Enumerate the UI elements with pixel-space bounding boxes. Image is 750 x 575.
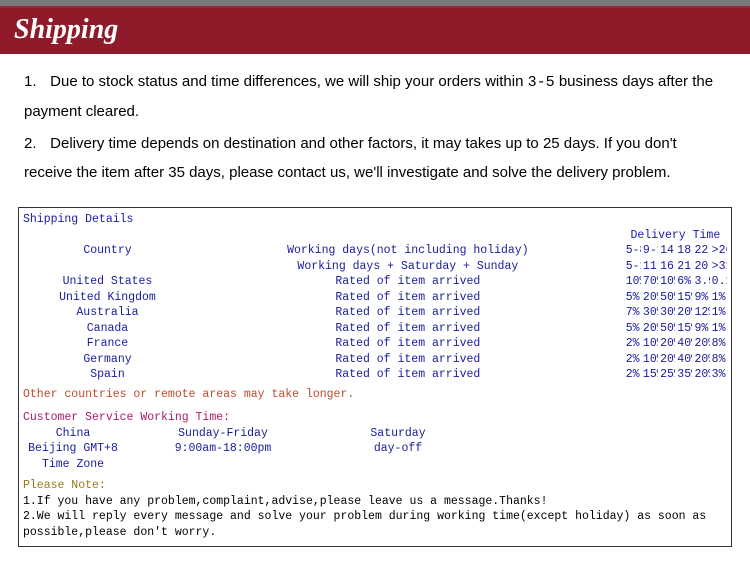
table-row: CanadaRated of item arrived5%20%50%15%9%… (23, 321, 727, 337)
rate-cell: 20% (641, 321, 658, 337)
rate-cell: 10% (641, 336, 658, 352)
rate-cell: 1% (710, 321, 727, 337)
cs-hours: 9:00am-18:00pm (123, 441, 323, 457)
rate-cell: 6% (675, 274, 692, 290)
rate-label-cell: Rated of item arrived (192, 274, 624, 290)
rate-label-cell: Rated of item arrived (192, 305, 624, 321)
intro-2: Delivery time depends on destination and… (24, 135, 677, 181)
rate-cell: 10% (641, 352, 658, 368)
rate-cell: 30% (658, 305, 675, 321)
details-title: Shipping Details (23, 212, 727, 228)
rate-cell: 2% (624, 367, 641, 383)
rate-cell: 15% (675, 290, 692, 306)
rate-cell: 20% (692, 367, 709, 383)
cs-row-3: Time Zone (23, 457, 727, 473)
rate-cell: 9% (692, 290, 709, 306)
shipping-details-box: Shipping Details Delivery Time Country W… (18, 207, 732, 547)
table-row: United StatesRated of item arrived10%70%… (23, 274, 727, 290)
cs-day-b: Saturday (323, 426, 473, 442)
rate-cell: 10% (624, 274, 641, 290)
intro-text: 1. Due to stock status and time differen… (0, 54, 750, 201)
rate-cell: 2% (624, 352, 641, 368)
rate-cell: 15% (641, 367, 658, 383)
rate-cell: 2% (624, 336, 641, 352)
country-cell: Canada (23, 321, 192, 337)
rate-label-cell: Rated of item arrived (192, 290, 624, 306)
country-cell: Germany (23, 352, 192, 368)
table-row: AustraliaRated of item arrived7%30%30%20… (23, 305, 727, 321)
rate-cell: 20% (641, 290, 658, 306)
rate-cell: 30% (641, 305, 658, 321)
rate-cell: 9% (692, 321, 709, 337)
country-cell: France (23, 336, 192, 352)
table-row: GermanyRated of item arrived2%10%20%40%2… (23, 352, 727, 368)
rate-cell: 50% (658, 290, 675, 306)
rate-cell: 20% (658, 336, 675, 352)
row-a-label: Working days(not including holiday) (192, 243, 624, 259)
rate-cell: 1% (710, 305, 727, 321)
col-country: Country (23, 243, 192, 259)
header-title: Shipping (14, 14, 118, 45)
rate-cell: 20% (675, 305, 692, 321)
ranges-row-b: Working days + Saturday + Sunday 5-10 11… (23, 259, 727, 275)
intro-item-2: 2. Delivery time depends on destination … (24, 130, 726, 187)
rate-cell: 5% (624, 321, 641, 337)
rate-cell: 10% (658, 274, 675, 290)
rate-cell: 20% (692, 336, 709, 352)
rate-cell: 3.9% (692, 274, 709, 290)
cs-title: Customer Service Working Time: (23, 410, 727, 426)
rate-cell: 12% (692, 305, 709, 321)
rate-label-cell: Rated of item arrived (192, 352, 624, 368)
rate-cell: 15% (675, 321, 692, 337)
rate-label-cell: Rated of item arrived (192, 367, 624, 383)
rate-cell: 0.1% (710, 274, 727, 290)
cs-row-2: Beijing GMT+8 9:00am-18:00pm day-off (23, 441, 727, 457)
country-cell: Spain (23, 367, 192, 383)
rate-cell: 8% (710, 336, 727, 352)
intro-1a: Due to stock status and time differences… (50, 73, 523, 90)
rate-cell: 5% (624, 290, 641, 306)
delivery-time-label: Delivery Time (624, 228, 727, 244)
rate-cell: 3% (710, 367, 727, 383)
cs-off: day-off (323, 441, 473, 457)
rate-cell: 8% (710, 352, 727, 368)
delivery-table: Delivery Time Country Working days(not i… (23, 228, 727, 383)
table-row: United KingdomRated of item arrived5%20%… (23, 290, 727, 306)
please-line-1: 1.If you have any problem,complaint,advi… (23, 494, 727, 510)
rate-cell: 40% (675, 336, 692, 352)
rate-cell: 20% (658, 352, 675, 368)
cs-location: China (23, 426, 123, 442)
please-note-title: Please Note: (23, 478, 727, 494)
rate-label-cell: Rated of item arrived (192, 336, 624, 352)
country-cell: Australia (23, 305, 192, 321)
please-line-2: 2.We will reply every message and solve … (23, 509, 727, 540)
cs-tz1: Beijing GMT+8 (23, 441, 123, 457)
cs-row-1: China Sunday-Friday Saturday (23, 426, 727, 442)
table-row: SpainRated of item arrived2%15%25%35%20%… (23, 367, 727, 383)
rate-cell: 20% (692, 352, 709, 368)
cs-day-a: Sunday-Friday (123, 426, 323, 442)
cs-tz2: Time Zone (23, 457, 123, 473)
ship-days-range: 3-5 (528, 74, 555, 91)
ranges-row-a: Country Working days(not including holid… (23, 243, 727, 259)
list-number: 2. (24, 130, 46, 159)
remote-note: Other countries or remote areas may take… (23, 387, 727, 403)
list-number: 1. (24, 68, 46, 97)
table-row: FranceRated of item arrived2%10%20%40%20… (23, 336, 727, 352)
row-b-label: Working days + Saturday + Sunday (192, 259, 624, 275)
rate-cell: 25% (658, 367, 675, 383)
rate-cell: 70% (641, 274, 658, 290)
rate-cell: 35% (675, 367, 692, 383)
rate-cell: 1% (710, 290, 727, 306)
rate-cell: 50% (658, 321, 675, 337)
delivery-time-header-row: Delivery Time (23, 228, 727, 244)
rate-cell: 40% (675, 352, 692, 368)
rate-cell: 7% (624, 305, 641, 321)
rate-label-cell: Rated of item arrived (192, 321, 624, 337)
country-cell: United Kingdom (23, 290, 192, 306)
shipping-header: Shipping (0, 6, 750, 54)
country-cell: United States (23, 274, 192, 290)
intro-item-1: 1. Due to stock status and time differen… (24, 68, 726, 126)
